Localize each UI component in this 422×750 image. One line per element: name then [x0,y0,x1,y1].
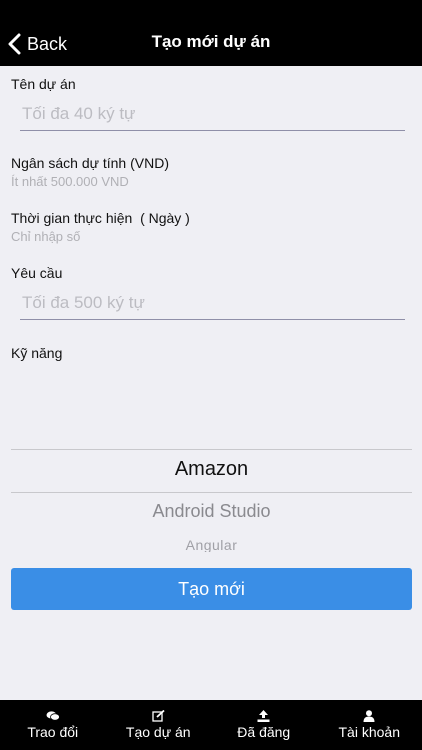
picker-option-selected[interactable]: Amazon [11,458,412,481]
project-name-input[interactable] [20,98,405,131]
tab-trao-doi[interactable]: Trao đổi [0,700,106,750]
tab-label: Tạo dự án [125,724,191,740]
tab-tao-du-an[interactable]: Tạo dự án [106,700,212,750]
skills-label: Kỹ năng [11,345,63,361]
project-name-label: Tên dự án [11,76,76,92]
project-form: Tên dự án Ngân sách dự tính (VND) Ít nhấ… [0,66,422,700]
duration-input[interactable]: Chỉ nhập số [11,229,80,244]
picker-selection-top-line [11,449,412,450]
picker-selection-bottom-line [11,492,412,493]
skills-picker[interactable]: Amazon Android Studio Angular [11,446,412,552]
budget-input[interactable]: Ít nhất 500.000 VND [11,174,129,189]
tab-label: Trao đổi [27,724,79,740]
tab-label: Tài khoản [338,724,400,740]
requirements-input[interactable] [20,287,405,320]
picker-option[interactable]: Angular [11,537,412,552]
tab-da-dang[interactable]: Đã đăng [211,700,317,750]
requirements-label: Yêu cầu [11,265,63,281]
page-title: Tạo mới dự án [151,32,271,51]
tab-tai-khoan[interactable]: Tài khoản [317,700,422,750]
create-button[interactable]: Tạo mới [11,568,412,610]
tab-bar: Trao đổi Tạo dự án Đã đăng Tài khoản [0,700,422,750]
tab-label: Đã đăng [237,724,291,740]
budget-label: Ngân sách dự tính (VND) [11,155,169,171]
picker-option[interactable]: Android Studio [11,501,412,522]
navigation-bar: Back Tạo mới dự án [0,0,422,66]
duration-label: Thời gian thực hiện ( Ngày ) [11,210,190,226]
